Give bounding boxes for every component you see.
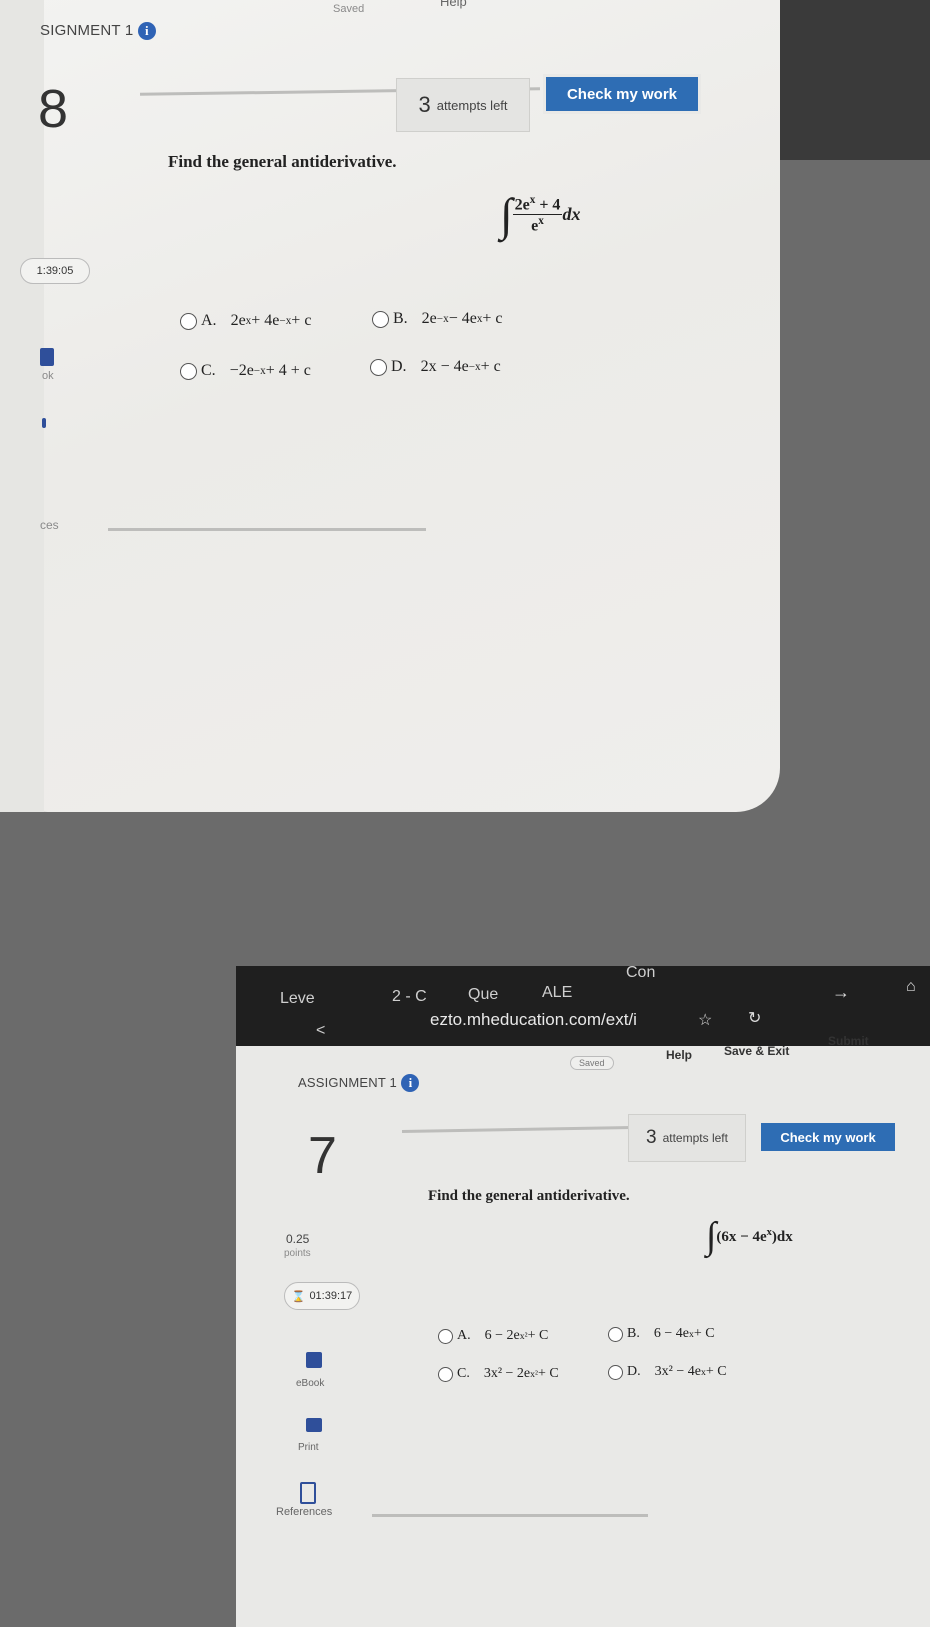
attempts-count: 3 <box>646 1127 657 1148</box>
question-number: 8 <box>38 79 69 139</box>
radio-c[interactable] <box>438 1366 453 1382</box>
tab-4[interactable]: ALE <box>542 984 572 1002</box>
ebook-label[interactable]: ok <box>42 370 54 382</box>
bookmark-star-icon[interactable]: ☆ <box>698 1010 712 1030</box>
save-exit-link[interactable]: Save & Exit <box>724 1044 789 1058</box>
submit-link[interactable]: Submit <box>828 1034 869 1048</box>
timer: ⌛ 01:39:17 <box>284 1282 360 1310</box>
print-icon[interactable] <box>42 418 46 428</box>
address-bar[interactable]: ezto.mheducation.com/ext/i <box>430 1010 637 1030</box>
choice-a[interactable]: A. 2e x + 4e −x + c <box>180 312 311 330</box>
assignment-header: ASSIGNMENT 1 i <box>298 1074 420 1092</box>
choice-b[interactable]: B. 2e −x − 4e x + c <box>372 310 503 328</box>
question-number: 7 <box>308 1127 337 1185</box>
info-icon[interactable]: i <box>401 1074 420 1092</box>
dx-symbol: dx <box>562 204 581 224</box>
radio-a[interactable] <box>180 312 197 330</box>
reload-icon[interactable]: ↻ <box>748 1008 761 1028</box>
points-value: 0.25 <box>286 1232 310 1246</box>
saved-indicator: Saved <box>570 1056 614 1070</box>
tab-1[interactable]: Leve <box>280 990 315 1008</box>
timer-value: 1:39:05 <box>36 265 74 277</box>
print-icon[interactable] <box>306 1418 322 1432</box>
integral-expression: ∫ (6x − 4ex)dx <box>706 1215 793 1257</box>
check-my-work-button[interactable]: Check my work <box>758 1120 898 1154</box>
references-label[interactable]: ces <box>40 518 59 532</box>
attempts-box: 3 attempts left <box>628 1114 746 1162</box>
choice-c[interactable]: C. −2e −x + 4 + c <box>180 362 311 380</box>
footer-divider <box>108 528 426 531</box>
help-link[interactable]: Help <box>440 0 467 9</box>
timer: 1:39:05 <box>20 258 90 284</box>
assignment-title: SIGNMENT 1 <box>40 22 134 40</box>
points-label: points <box>284 1248 311 1259</box>
attempts-label: attempts left <box>662 1131 728 1145</box>
hourglass-icon: ⌛ <box>291 1290 306 1303</box>
dark-background-strip <box>758 0 930 160</box>
browser-toolbar: Leve 2 - C Que ALE Con < ezto.mheducatio… <box>236 964 930 1046</box>
integral-symbol: ∫ <box>706 1215 717 1257</box>
saved-indicator: Saved <box>333 3 365 15</box>
ebook-icon[interactable] <box>40 348 54 366</box>
ebook-icon[interactable] <box>306 1352 322 1368</box>
tab-5[interactable]: Con <box>626 964 655 982</box>
print-label[interactable]: Print <box>298 1442 319 1453</box>
question-prompt: Find the general antiderivative. <box>428 1188 630 1204</box>
choice-c[interactable]: C. 3x² − 2e x² + C <box>438 1366 559 1382</box>
header-divider <box>401 1125 633 1134</box>
choice-d[interactable]: D. 2x − 4e −x + c <box>370 358 501 376</box>
integral-expression: ∫ 2ex + 4 ex dx <box>500 188 580 241</box>
question-8-card: Saved Help SIGNMENT 1 i 8 1:39:05 ok ces… <box>0 0 780 812</box>
references-icon[interactable] <box>300 1482 316 1504</box>
radio-b[interactable] <box>608 1326 623 1342</box>
home-icon[interactable]: ⌂ <box>906 978 916 996</box>
footer-divider <box>372 1514 648 1517</box>
tab-2[interactable]: 2 - C <box>392 988 427 1006</box>
check-my-work-button[interactable]: Check my work <box>543 74 701 114</box>
info-icon[interactable]: i <box>137 22 156 40</box>
integrand-fraction: 2ex + 4 ex <box>512 193 563 235</box>
assignment-header: SIGNMENT 1 i <box>40 22 156 40</box>
radio-b[interactable] <box>372 310 389 328</box>
assignment-title: ASSIGNMENT 1 <box>298 1075 397 1091</box>
attempts-count: 3 <box>418 92 431 117</box>
question-prompt: Find the general antiderivative. <box>168 152 397 171</box>
choice-b[interactable]: B. 6 − 4e x + C <box>608 1326 715 1342</box>
references-label[interactable]: References <box>276 1506 332 1518</box>
ebook-label[interactable]: eBook <box>296 1378 324 1389</box>
attempts-label: attempts left <box>436 97 508 113</box>
forward-arrow-icon[interactable]: → <box>832 982 850 1003</box>
timer-value: 01:39:17 <box>309 1290 353 1302</box>
integral-symbol: ∫ <box>500 189 513 240</box>
choice-a[interactable]: A. 6 − 2e x² + C <box>438 1328 548 1344</box>
radio-a[interactable] <box>438 1328 453 1344</box>
radio-d[interactable] <box>608 1364 623 1380</box>
choice-d[interactable]: D. 3x² − 4e x + C <box>608 1364 727 1380</box>
tab-3[interactable]: Que <box>468 986 498 1004</box>
attempts-box: 3 attempts left <box>396 78 530 132</box>
share-icon[interactable]: < <box>316 1022 325 1040</box>
help-link[interactable]: Help <box>666 1048 692 1062</box>
radio-c[interactable] <box>180 362 197 380</box>
radio-d[interactable] <box>370 358 387 376</box>
